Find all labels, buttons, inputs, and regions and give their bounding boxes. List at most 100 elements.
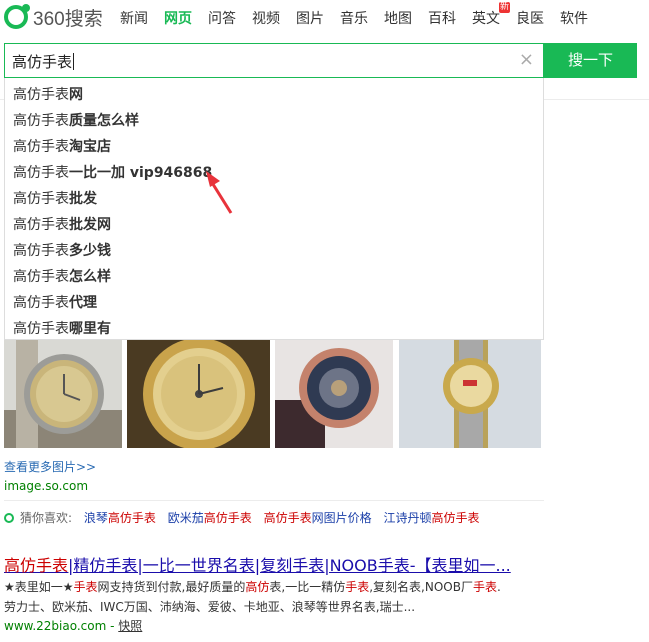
search-button[interactable]: 搜一下 (544, 43, 637, 78)
suggestion-item[interactable]: 高仿手表代理 (13, 292, 97, 312)
watch-image[interactable] (399, 340, 541, 448)
desc-keyword: 手表 (73, 580, 98, 594)
nav-music[interactable]: 音乐 (340, 8, 368, 28)
ring-icon (4, 513, 14, 523)
suggestion-item[interactable]: 高仿手表多少钱 (13, 240, 111, 260)
watch-image[interactable] (127, 340, 270, 448)
suggestion-prefix: 高仿手表 (13, 295, 69, 311)
related-link-text: 欧米茄 (167, 511, 204, 525)
related-link[interactable]: 欧米茄高仿手表 (168, 511, 252, 525)
suggestion-dropdown: 高仿手表网 高仿手表质量怎么样 高仿手表淘宝店 高仿手表一比一加 vip9468… (4, 78, 544, 340)
related-link[interactable]: 江诗丹顿高仿手表 (383, 511, 479, 525)
suggestion-prefix: 高仿手表 (13, 321, 69, 337)
nav-english[interactable]: 英文 新 (472, 2, 511, 28)
related-link-text: 浪琴 (83, 511, 108, 525)
suggestion-item[interactable]: 高仿手表网 (13, 84, 83, 104)
desc-text: 网支持货到付款,最好质量的 (97, 580, 246, 594)
desc-text: 表,一比一精仿 (269, 580, 346, 594)
related-label: 猜你喜欢: (20, 511, 73, 525)
result-domain[interactable]: www.22biao.com (4, 619, 106, 633)
suggestion-completion: 批发网 (69, 217, 111, 233)
related-link[interactable]: 浪琴高仿手表 (84, 511, 156, 525)
clear-icon[interactable]: × (519, 49, 534, 70)
logo-text: 360搜索 (33, 8, 103, 30)
related-link-keyword: 高仿手表 (431, 511, 480, 525)
watch-image[interactable] (4, 340, 122, 448)
nav-video[interactable]: 视频 (252, 8, 280, 28)
watch-image[interactable] (275, 340, 393, 448)
suggestion-prefix: 高仿手表 (13, 269, 69, 285)
suggestion-completion: 代理 (69, 295, 97, 311)
suggestion-item[interactable]: 高仿手表怎么样 (13, 266, 111, 286)
suggestion-prefix: 高仿手表 (13, 87, 69, 103)
related-searches: 猜你喜欢: 浪琴高仿手表 欧米茄高仿手表 高仿手表网图片价格 江诗丹顿高仿手表 (4, 509, 479, 526)
suggestion-prefix: 高仿手表 (13, 217, 69, 233)
suggestion-item[interactable]: 高仿手表批发 (13, 188, 97, 208)
url-separator: - (106, 619, 119, 633)
suggestion-completion: 怎么样 (69, 269, 111, 285)
nav-baike[interactable]: 百科 (428, 8, 456, 28)
related-link-text: 网图片价格 (311, 511, 372, 525)
watch-thumbnail-image (127, 340, 270, 448)
annotation-arrow-icon (206, 171, 233, 214)
watch-thumbnail-image (399, 340, 541, 448)
new-badge: 新 (499, 2, 511, 13)
suggestion-item[interactable]: 高仿手表批发网 (13, 214, 111, 234)
related-link-keyword: 高仿手表 (107, 511, 156, 525)
desc-text: ,复刻名表,NOOB厂 (369, 580, 473, 594)
text-caret (73, 53, 75, 70)
result-title-keyword: 高仿手表 (4, 556, 69, 575)
nav-software[interactable]: 软件 (560, 8, 588, 28)
images-site-url[interactable]: image.so.com (4, 479, 88, 493)
related-link-text: 江诗丹顿 (383, 511, 432, 525)
related-link[interactable]: 高仿手表网图片价格 (264, 511, 372, 525)
nav-qa[interactable]: 问答 (208, 8, 236, 28)
nav-doctor[interactable]: 良医 (516, 8, 544, 28)
nav-images[interactable]: 图片 (296, 8, 324, 28)
desc-keyword: 手表 (472, 580, 497, 594)
search-query: 高仿手表 (12, 53, 73, 71)
suggestion-completion: 淘宝店 (69, 139, 111, 155)
desc-keyword: 手表 (345, 580, 370, 594)
desc-text: ★表里如一★ (4, 580, 74, 594)
divider (4, 500, 544, 501)
result-description: ★表里如一★手表网支持货到付款,最好质量的高仿表,一比一精仿手表,复刻名表,NO… (4, 577, 549, 617)
search-box[interactable]: 高仿手表 × (4, 43, 544, 78)
desc-text: . (496, 580, 501, 594)
nav-map[interactable]: 地图 (384, 8, 412, 28)
suggestion-item[interactable]: 高仿手表哪里有 (13, 318, 111, 338)
watch-thumbnail-image (275, 340, 393, 448)
nav-news[interactable]: 新闻 (120, 8, 148, 28)
suggestion-item[interactable]: 高仿手表一比一加 vip946868 (13, 162, 212, 182)
suggestion-prefix: 高仿手表 (13, 243, 69, 259)
result-title-text: |精仿手表|一比一世界名表|复刻手表|NOOB手表-【表里如一... (68, 556, 511, 575)
result-description-line: 劳力士、欧米茄、IWC万国、沛纳海、爱彼、卡地亚、浪琴等世界名表,瑞士... (4, 600, 416, 614)
suggestion-completion: 哪里有 (69, 321, 111, 337)
watch-thumbnail-image (4, 340, 122, 448)
result-description-line: ★表里如一★手表网支持货到付款,最好质量的高仿表,一比一精仿手表,复刻名表,NO… (4, 577, 549, 597)
result-url: www.22biao.com - 快照 (4, 617, 142, 634)
related-link-keyword: 高仿手表 (203, 511, 252, 525)
more-images-link[interactable]: 查看更多图片>> (4, 458, 96, 475)
top-navigation: 360搜索 新闻 网页 问答 视频 图片 音乐 地图 百科 英文 新 良医 软件 (0, 0, 649, 36)
suggestion-item[interactable]: 高仿手表淘宝店 (13, 136, 111, 156)
suggestion-prefix: 高仿手表 (13, 165, 69, 181)
suggestion-completion: 多少钱 (69, 243, 111, 259)
desc-keyword: 高仿 (245, 580, 270, 594)
logo-icon (4, 4, 30, 29)
suggestion-completion: 一比一加 vip946868 (69, 165, 213, 181)
related-link-keyword: 高仿手表 (263, 511, 312, 525)
nav-english-label: 英文 (472, 11, 500, 27)
suggestion-prefix: 高仿手表 (13, 191, 69, 207)
suggestion-prefix: 高仿手表 (13, 139, 69, 155)
suggestion-completion: 网 (69, 87, 83, 103)
suggestion-prefix: 高仿手表 (13, 113, 69, 129)
result-title-link[interactable]: 高仿手表|精仿手表|一比一世界名表|复刻手表|NOOB手表-【表里如一... (4, 552, 511, 576)
suggestion-item[interactable]: 高仿手表质量怎么样 (13, 110, 139, 130)
logo[interactable]: 360搜索 (4, 4, 103, 30)
search-input[interactable]: 高仿手表 (12, 51, 492, 72)
snapshot-link[interactable]: 快照 (118, 619, 142, 633)
nav-web[interactable]: 网页 (164, 8, 192, 28)
suggestion-completion: 质量怎么样 (69, 113, 139, 129)
suggestion-completion: 批发 (69, 191, 97, 207)
